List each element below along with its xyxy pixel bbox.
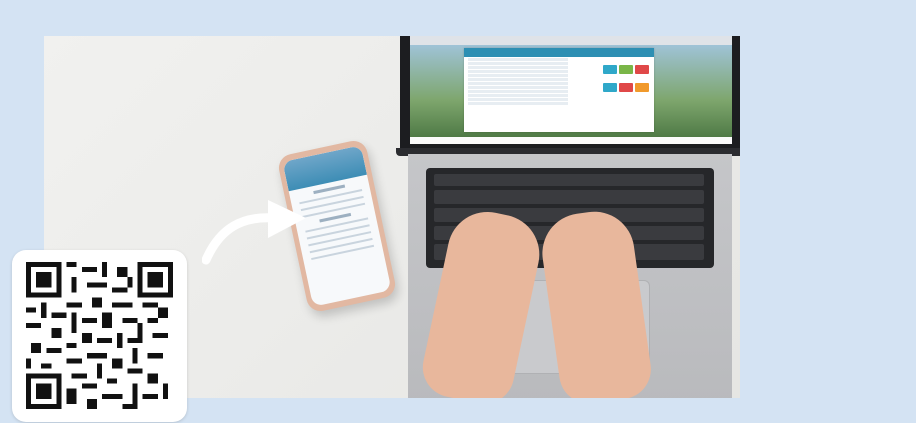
- curved-arrow-icon: [202, 200, 306, 265]
- browser-toolbar: [410, 36, 732, 45]
- website-tiles: [602, 62, 650, 98]
- qr-code-icon: [26, 262, 173, 409]
- website-content-panel: [464, 48, 654, 132]
- website-header-bar: [464, 48, 654, 57]
- laptop-screen: [410, 36, 732, 144]
- qr-code-card: [12, 250, 187, 422]
- laptop-screen-bezel: [400, 36, 740, 154]
- phone-banner: [282, 145, 367, 192]
